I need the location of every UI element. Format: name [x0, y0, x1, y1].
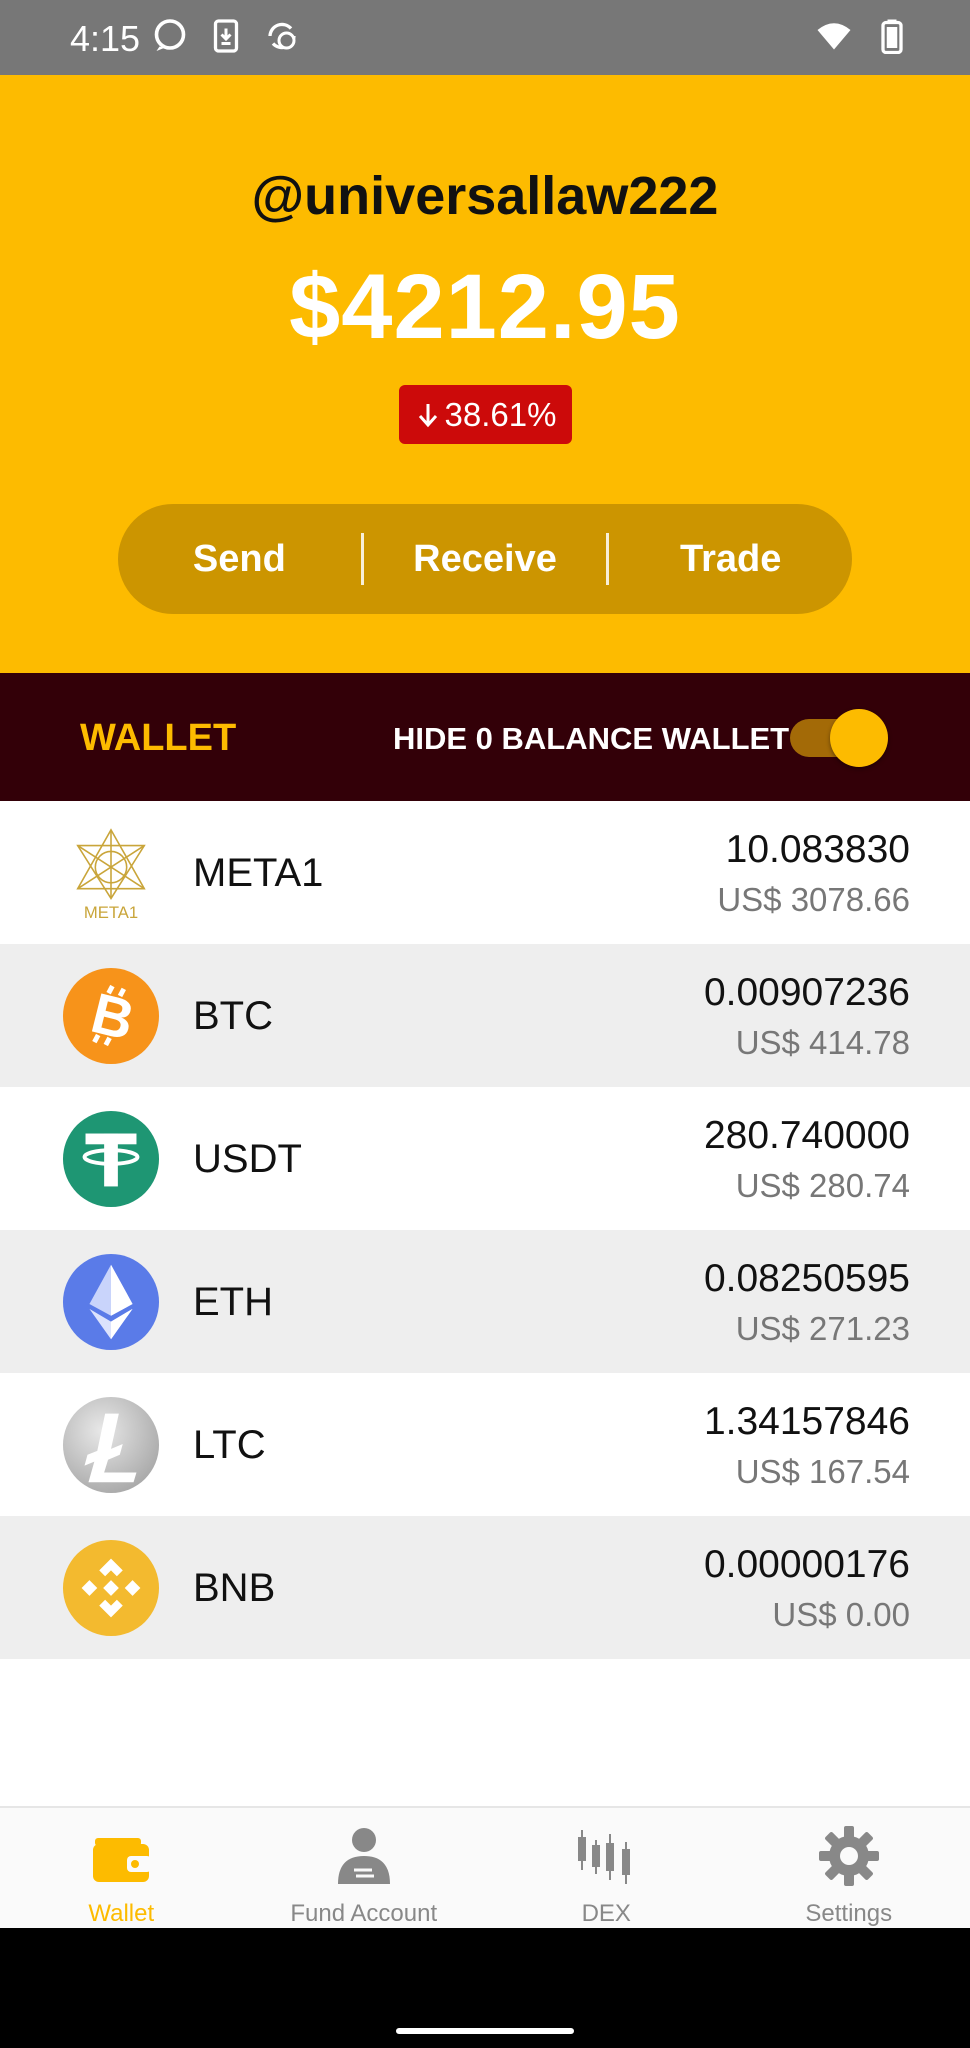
- asset-amount: 0.00907236: [703, 971, 910, 1014]
- asset-amount: 0.08250595: [703, 1257, 910, 1300]
- battery-icon: [881, 19, 903, 54]
- action-divider: [360, 533, 364, 585]
- asset-symbol: LTC: [193, 1423, 266, 1467]
- nav-label: Settings: [805, 1900, 893, 1927]
- asset-row-usdt[interactable]: USDT 280.740000 US$ 280.74: [0, 1087, 970, 1230]
- asset-symbol: USDT: [193, 1137, 302, 1181]
- meta1-logo-icon: META1: [76, 828, 146, 922]
- hide-zero-balance-toggle[interactable]: [790, 709, 890, 767]
- gear-icon: [818, 1826, 879, 1886]
- bitcoin-icon: B: [62, 967, 160, 1065]
- status-bar: 4:15: [0, 0, 970, 75]
- asset-usd-value: US$ 271.23: [735, 1310, 910, 1347]
- asset-row-ltc[interactable]: LTC 1.34157846 US$ 167.54: [0, 1373, 970, 1516]
- asset-symbol: BNB: [193, 1566, 276, 1610]
- chat-bubble-icon: [154, 19, 186, 51]
- gesture-area: [0, 1928, 970, 2048]
- download-icon: [213, 19, 239, 53]
- svg-text:META1: META1: [84, 903, 138, 922]
- litecoin-icon: [62, 1396, 160, 1494]
- bottom-nav: Wallet Fund Account DEX Settings: [0, 1806, 970, 1928]
- asset-row-bnb[interactable]: BNB 0.00000176 US$ 0.00: [0, 1516, 970, 1659]
- nav-item-dex[interactable]: DEX: [485, 1808, 728, 1928]
- wallet-icon: [93, 1838, 152, 1882]
- binance-icon: [62, 1539, 160, 1637]
- change-percent: 38.61%: [444, 395, 557, 433]
- asset-usd-value: US$ 414.78: [735, 1024, 910, 1061]
- status-icons-left: [152, 18, 300, 54]
- asset-amount: 1.34157846: [703, 1400, 910, 1443]
- candlestick-icon: [578, 1830, 631, 1884]
- total-balance: $4212.95: [289, 256, 681, 358]
- nav-item-fund-account[interactable]: Fund Account: [243, 1808, 486, 1928]
- nav-label: DEX: [581, 1900, 631, 1927]
- wifi-icon: [817, 23, 851, 50]
- asset-amount: 10.083830: [725, 828, 910, 871]
- ethereum-icon: [62, 1253, 160, 1351]
- asset-amount: 0.00000176: [703, 1543, 910, 1586]
- asset-list: META1 META1 10.083830 US$ 3078.66 B BTC …: [0, 801, 970, 1659]
- asset-row-btc[interactable]: B BTC 0.00907236 US$ 414.78: [0, 944, 970, 1087]
- home-gesture-handle[interactable]: [396, 2028, 574, 2034]
- nav-label: Fund Account: [290, 1900, 438, 1927]
- nav-item-settings[interactable]: Settings: [728, 1808, 970, 1928]
- asset-symbol: ETH: [193, 1280, 273, 1324]
- change-badge: 38.61%: [399, 385, 572, 444]
- asset-amount: 280.740000: [703, 1114, 910, 1157]
- asset-row-meta1[interactable]: META1 META1 10.083830 US$ 3078.66: [0, 801, 970, 944]
- status-time: 4:15: [70, 18, 141, 59]
- wallet-section-title: WALLET: [80, 717, 237, 759]
- asset-usd-value: US$ 3078.66: [717, 881, 910, 918]
- action-bar: Send Receive Trade: [118, 504, 852, 614]
- toggle-knob: [830, 709, 888, 767]
- receive-button[interactable]: Receive: [364, 538, 607, 581]
- asset-usd-value: US$ 167.54: [735, 1453, 910, 1490]
- action-divider: [606, 533, 610, 585]
- username: @universallaw222: [251, 166, 719, 226]
- status-icons-right: [816, 18, 910, 54]
- sync-icon: [268, 22, 296, 50]
- fund-account-icon: [337, 1828, 390, 1884]
- tether-icon: [62, 1110, 160, 1208]
- asset-row-eth[interactable]: ETH 0.08250595 US$ 271.23: [0, 1230, 970, 1373]
- wallet-bar: WALLET HIDE 0 BALANCE WALLET: [0, 673, 970, 801]
- asset-usd-value: US$ 280.74: [735, 1167, 910, 1204]
- send-button[interactable]: Send: [118, 538, 361, 581]
- wallet-header: @universallaw222 $4212.95 38.61% Send Re…: [0, 75, 970, 673]
- arrow-down-icon: [418, 403, 437, 427]
- nav-item-wallet[interactable]: Wallet: [0, 1808, 243, 1928]
- hide-zero-balance-label: HIDE 0 BALANCE WALLET: [393, 721, 790, 756]
- asset-usd-value: US$ 0.00: [772, 1596, 910, 1633]
- nav-label: Wallet: [88, 1900, 155, 1927]
- asset-symbol: META1: [193, 851, 324, 895]
- trade-button[interactable]: Trade: [609, 538, 852, 581]
- asset-symbol: BTC: [193, 994, 273, 1038]
